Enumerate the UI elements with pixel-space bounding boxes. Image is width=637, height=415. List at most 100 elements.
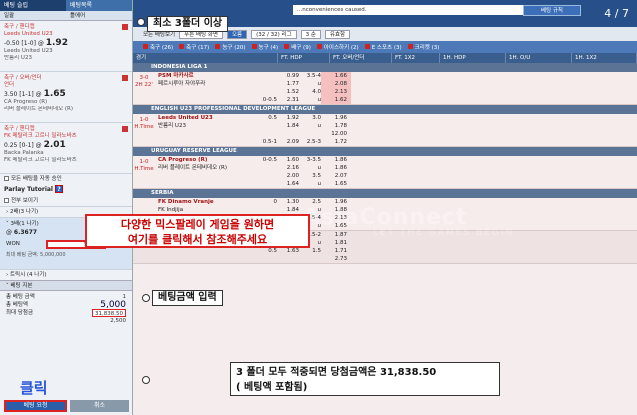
odds-value[interactable]: 0.99 [277,72,299,80]
page-counter: 4 / 7 [604,7,629,20]
odds-value[interactable]: 2.09 [277,138,299,146]
sport-tab[interactable]: 농구 (4) [251,43,278,51]
sport-tab[interactable]: 축구 (26) [143,43,173,51]
odds-value[interactable] [277,255,299,263]
col-ft-hdp: FT. HDP [278,53,330,63]
odds-value[interactable]: 1.81 [321,239,351,247]
watermark-sub: LET THE GAMES BEGIN [373,228,515,238]
odds-value[interactable]: 1.71 [321,247,351,255]
match-odds: PSM 마카사르 0.99 3.5-4 1.66 페르시루아 자야푸라 1.77 u 2.08… [155,72,637,104]
remove-icon[interactable] [122,126,128,132]
odds-value[interactable]: 1.52 [277,88,299,96]
selection-1: 축구 / 핸디캡 Leeds United U23 -0.50 [1-0] @ … [0,21,132,72]
help-icon[interactable]: ? [54,185,63,193]
selection-team: Leeds United U23 [4,31,53,37]
league-header[interactable]: SERBIA [133,189,637,198]
selection-team: FK 메탈리크 고르니 밀라노바츠 [4,133,77,139]
handicap-value [255,72,277,80]
league-filter[interactable]: (32 / 32) 리그 [251,29,297,39]
place-bet-button[interactable]: 베팅 요청 [4,400,67,412]
odds-panel: ...nconveniences caused. 베팅 규칙 4 / 7 모든 … [133,0,637,415]
odds-value[interactable]: 1.86 [321,164,351,172]
odds-value[interactable]: 1.63 [277,247,299,255]
odds-value[interactable]: 1.78 [321,122,351,130]
odds-value[interactable]: 1.64 [277,180,299,188]
league-header[interactable]: INDONESIA LIGA 1 [133,63,637,72]
remove-icon[interactable] [122,24,128,30]
odds-value[interactable]: 1.30 [277,198,299,206]
sports-tabs: 축구 (26) 축구 (17) 농구 (20) 농구 (4) 배구 (9) 아이… [133,41,637,53]
odds-line: Leeds United U23 0.5 1.92 3.0 1.96 [155,114,637,122]
odds-value[interactable]: 1.77 [277,80,299,88]
handicap-value: 0 [273,199,278,205]
odds-value[interactable] [277,130,299,138]
subtab-single[interactable]: 일괄 [0,11,66,20]
sport-icon [407,44,413,49]
sport-tab[interactable]: 농구 (20) [215,43,246,51]
selection-odds: 0.25 [0-1] @ 2.01 [4,140,66,150]
team-away: 리버 플레이트 몬테비데오 (R) [158,165,228,171]
sport-icon [215,44,221,49]
subtab-parlay[interactable]: 틀에어 [66,11,132,20]
selection-match-home: Backa Palanka [4,150,44,156]
sport-tab[interactable]: 배구 (9) [284,43,311,51]
handicap-value: u [317,165,322,171]
odds-value[interactable]: 1.62 [321,96,351,104]
odds-value[interactable]: 1.72 [321,138,351,146]
odds-line: 0.5 1.63 1.5 1.71 [155,247,637,255]
odds-value[interactable]: 2.00 [277,172,299,180]
parlay-tutorial[interactable]: Parlay Tutorial? [0,184,132,196]
odds-value[interactable]: 1.84 [277,206,299,214]
team-spacer [155,172,255,180]
auto-accept-row[interactable]: 모든 배팅을 자동 승인 [0,174,132,184]
handicap-value: 3.5-4 [306,73,321,79]
odds-value[interactable]: 1.66 [321,72,351,80]
odds-value[interactable]: 1.65 [321,180,351,188]
league-header[interactable]: ENGLISH U23 PROFESSIONAL DEVELOPMENT LEA… [133,105,637,114]
odds-filter[interactable]: 3 순 [300,29,321,39]
odds-value[interactable]: 1.96 [321,114,351,122]
odds-line: 0.5-1 2.09 2.5-3 1.72 [155,138,637,146]
watermark: AsiaConnect [303,205,468,230]
odds-value[interactable]: 1.87 [321,231,351,239]
tab-bet-slip[interactable]: 베팅 슬립 [0,0,66,11]
checkbox-icon[interactable] [4,176,9,181]
sport-tab[interactable]: 아이스하키 (2) [316,43,359,51]
odds-value[interactable]: 12.00 [321,130,351,138]
odds-value[interactable]: 2.08 [321,80,351,88]
bet-rules-button[interactable]: 베팅 규칙 [523,5,581,16]
currency-label: WON [6,241,20,247]
odds-value[interactable]: 2.07 [321,172,351,180]
status-filter[interactable]: 유효함 [324,29,351,39]
sport-icon [316,44,322,49]
odds-value[interactable]: 2.13 [321,88,351,96]
match-score-time: 3-0 2H 22' [133,72,155,104]
annotation-dot [142,294,150,302]
sport-tab[interactable]: 축구 (17) [179,43,209,51]
bet-type-header[interactable]: ˅ 베팅 지본 [0,280,132,291]
odds-line: 0-0.5 2.31 u 1.62 [155,96,637,104]
odds-value[interactable]: 2.31 [277,96,299,104]
cancel-button[interactable]: 취소 [70,400,129,412]
odds-value[interactable]: 1.60 [277,156,299,164]
odds-value[interactable]: 2.16 [277,164,299,172]
odds-value[interactable]: 1.86 [321,156,351,164]
tab-bet-history[interactable]: 베팅목록 [66,0,132,11]
checkbox-icon[interactable] [4,198,9,203]
remove-icon[interactable] [122,75,128,81]
odds-value[interactable]: 2.73 [321,255,351,263]
odds-value[interactable]: 1.84 [277,122,299,130]
sport-tab[interactable]: 크리켓 (3) [407,43,439,51]
match-clock: H.Time [134,166,154,172]
sport-icon [284,44,290,49]
selection-match-away: 반룸리 U23 [4,55,32,61]
sport-tab[interactable]: E 스포츠 (3) [364,43,402,51]
odds-value[interactable]: 1.92 [277,114,299,122]
trixie-row[interactable]: › 트릭시 (4 나기) [0,269,132,280]
sort-select[interactable]: 오름 [226,29,248,39]
odds-line: 리버 플레이트 몬테비데오 (R) 2.16 u 1.86 [155,164,637,172]
annotation-tutorial: 다양한 믹스팔레이 게임을 원하면 여기를 클릭해서 참조해주세요 [85,214,310,248]
show-all-row[interactable]: 전부 보이기 [0,196,132,206]
league-header[interactable]: URUGUAY RESERVE LEAGUE [133,147,637,156]
annotation-top: 최소 3폴더 이상 [147,16,229,32]
